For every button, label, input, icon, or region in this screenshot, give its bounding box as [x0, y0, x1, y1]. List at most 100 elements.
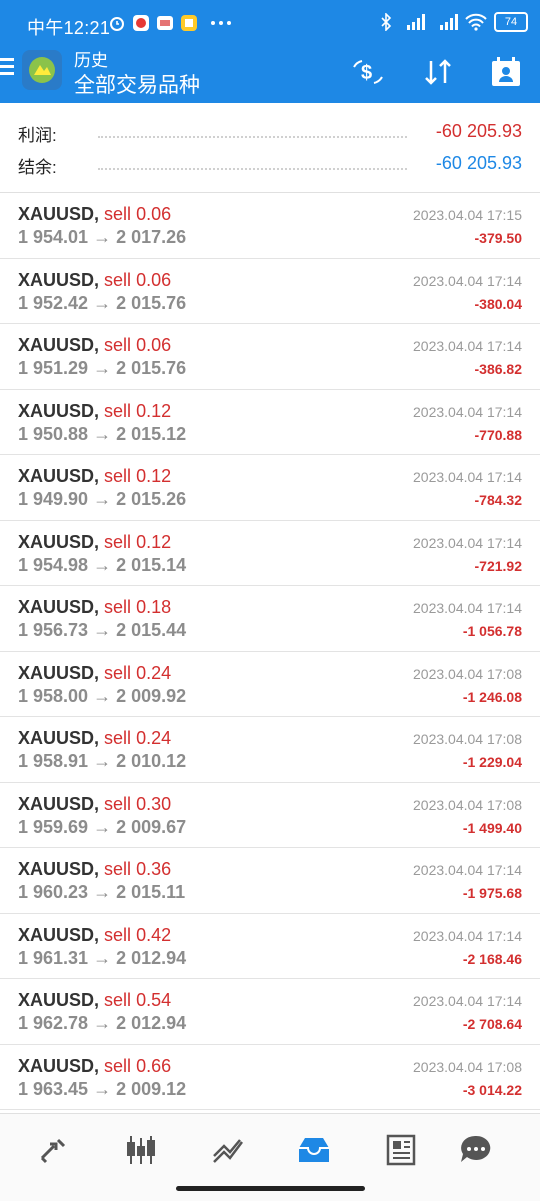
trade-type: sell [104, 990, 132, 1010]
price-arrow: → [93, 1013, 112, 1033]
hamburger-menu-icon[interactable] [0, 58, 14, 76]
trade-symbol: XAUUSD, [18, 204, 100, 224]
wifi-icon [465, 13, 487, 31]
nav-history[interactable] [294, 1130, 334, 1170]
trade-symbol-line: XAUUSD, sell 0.42 [18, 925, 171, 946]
price-arrow: → [93, 554, 112, 575]
close-price: 2 017.26 [116, 227, 187, 247]
trade-time: 2023.04.04 17:08 [413, 1058, 522, 1075]
trade-type: sell [104, 728, 132, 748]
trade-row[interactable]: XAUUSD, sell 0.54 1 962.78 → 2 012.94 2023… [0, 979, 540, 1045]
close-price: 2 015.76 [116, 358, 187, 378]
trade-time: 2023.04.04 17:14 [413, 272, 522, 289]
price-arrow: → [93, 685, 112, 706]
trade-row[interactable]: XAUUSD, sell 0.42 1 961.31 → 2 012.94 2023… [0, 914, 540, 979]
trade-volume: 0.12 [136, 400, 172, 421]
trade-volume: 0.24 [136, 728, 172, 748]
trade-row[interactable]: XAUUSD, sell 0.18 1 956.73 → 2 015.44 2023… [0, 586, 540, 652]
svg-text:$: $ [361, 62, 372, 84]
history-inbox-icon [299, 1138, 329, 1162]
trade-symbol: XAUUSD, [18, 466, 100, 486]
trade-symbol-line: XAUUSD, sell 0.12 [18, 401, 171, 422]
price-arrow: → [93, 882, 112, 902]
trade-volume: 0.12 [136, 531, 172, 552]
status-bar: 中午12:21 74 [0, 0, 540, 46]
trade-prices: 1 950.88 → 2 015.12 [18, 424, 186, 445]
app-header: 中午12:21 74 历史 全部交易品种 $ [0, 0, 540, 103]
messages-icon [461, 1135, 491, 1162]
trade-type: sell [104, 204, 132, 224]
trade-type: sell [104, 531, 132, 552]
trade-row[interactable]: XAUUSD, sell 0.12 1 954.98 → 2 015.14 2023… [0, 521, 540, 586]
trade-symbol-line: XAUUSD, sell 0.06 [18, 204, 171, 225]
trade-volume: 0.12 [136, 466, 172, 486]
trade-prices: 1 954.98 → 2 015.14 [18, 555, 186, 576]
trade-profit: -1 499.40 [462, 819, 522, 836]
trade-row[interactable]: XAUUSD, sell 0.36 1 960.23 → 2 015.11 2023… [0, 848, 540, 914]
trade-row[interactable]: XAUUSD, sell 0.12 1 949.90 → 2 015.26 2023… [0, 455, 540, 521]
more-dots-icon [211, 21, 231, 25]
price-arrow: → [93, 292, 112, 313]
close-price: 2 015.11 [116, 882, 186, 902]
hd-signal-icon [440, 14, 458, 30]
trade-profit: -2 708.64 [462, 1016, 522, 1032]
trade-symbol-line: XAUUSD, sell 0.24 [18, 728, 171, 749]
trade-type: sell [104, 859, 132, 879]
red-app-icon [133, 15, 149, 31]
trade-symbol-line: XAUUSD, sell 0.24 [18, 663, 171, 684]
trade-profit: -3 014.22 [462, 1081, 522, 1098]
sort-button[interactable] [420, 55, 456, 89]
trade-icon [213, 1139, 243, 1163]
symbol-filter[interactable]: 全部交易品种 [74, 69, 200, 99]
trade-symbol-line: XAUUSD, sell 0.18 [18, 597, 171, 618]
trade-symbol: XAUUSD, [18, 1055, 100, 1076]
trade-prices: 1 951.29 → 2 015.76 [18, 358, 186, 379]
profit-label: 利润: [18, 126, 57, 145]
trade-symbol-line: XAUUSD, sell 0.06 [18, 270, 171, 291]
trade-row[interactable]: XAUUSD, sell 0.24 1 958.91 → 2 010.12 2023… [0, 717, 540, 783]
trade-volume: 0.24 [136, 662, 172, 683]
trade-time: 2023.04.04 17:08 [413, 731, 522, 747]
trade-time: 2023.04.04 17:14 [413, 338, 522, 354]
trade-history-list[interactable]: XAUUSD, sell 0.06 1 954.01 → 2 017.26 2023… [0, 193, 540, 1113]
dotted-leader [98, 136, 407, 138]
trade-row[interactable]: XAUUSD, sell 0.06 1 954.01 → 2 017.26 2023… [0, 193, 540, 259]
trade-row[interactable]: XAUUSD, sell 0.30 1 959.69 → 2 009.67 2023… [0, 783, 540, 848]
trade-type: sell [104, 466, 132, 486]
trade-type: sell [104, 1055, 132, 1076]
open-price: 1 958.91 [18, 751, 89, 771]
trade-prices: 1 961.31 → 2 012.94 [18, 948, 186, 969]
nav-trade[interactable] [208, 1130, 248, 1170]
trade-prices: 1 960.23 → 2 015.11 [18, 882, 185, 903]
trade-type: sell [104, 924, 132, 945]
close-price: 2 009.12 [116, 1078, 187, 1099]
trade-row[interactable]: XAUUSD, sell 0.06 1 952.42 → 2 015.76 2023… [0, 259, 540, 324]
nav-messages[interactable] [456, 1130, 496, 1170]
price-arrow: → [93, 751, 112, 771]
trade-row[interactable]: XAUUSD, sell 0.12 1 950.88 → 2 015.12 2023… [0, 390, 540, 455]
trade-symbol-line: XAUUSD, sell 0.06 [18, 335, 171, 356]
trade-row[interactable]: XAUUSD, sell 0.24 1 958.00 → 2 009.92 2023… [0, 652, 540, 717]
trade-time: 2023.04.04 17:08 [413, 665, 522, 682]
nav-quotes[interactable] [34, 1130, 74, 1170]
price-arrow: → [93, 1078, 112, 1099]
trade-symbol-line: XAUUSD, sell 0.12 [18, 532, 171, 553]
trade-row[interactable]: XAUUSD, sell 0.06 1 951.29 → 2 015.76 2023… [0, 324, 540, 390]
trade-symbol: XAUUSD, [18, 793, 100, 814]
alarm-icon [110, 17, 124, 31]
trade-symbol: XAUUSD, [18, 400, 100, 421]
trade-profit: -1 056.78 [462, 623, 522, 639]
trade-row[interactable]: XAUUSD, sell 0.66 1 963.45 → 2 009.12 2023… [0, 1045, 540, 1110]
currency-exchange-button[interactable]: $ [350, 55, 386, 89]
trade-volume: 0.30 [136, 793, 172, 814]
nav-news[interactable] [380, 1130, 420, 1170]
trade-type: sell [104, 269, 132, 290]
trade-prices: 1 962.78 → 2 012.94 [18, 1013, 186, 1034]
home-indicator[interactable] [176, 1186, 365, 1191]
bluetooth-icon [381, 13, 392, 31]
nav-chart[interactable] [121, 1130, 161, 1170]
trade-profit: -721.92 [474, 557, 522, 574]
price-arrow: → [93, 620, 112, 640]
close-price: 2 010.12 [116, 751, 187, 771]
calendar-button[interactable] [488, 55, 524, 89]
